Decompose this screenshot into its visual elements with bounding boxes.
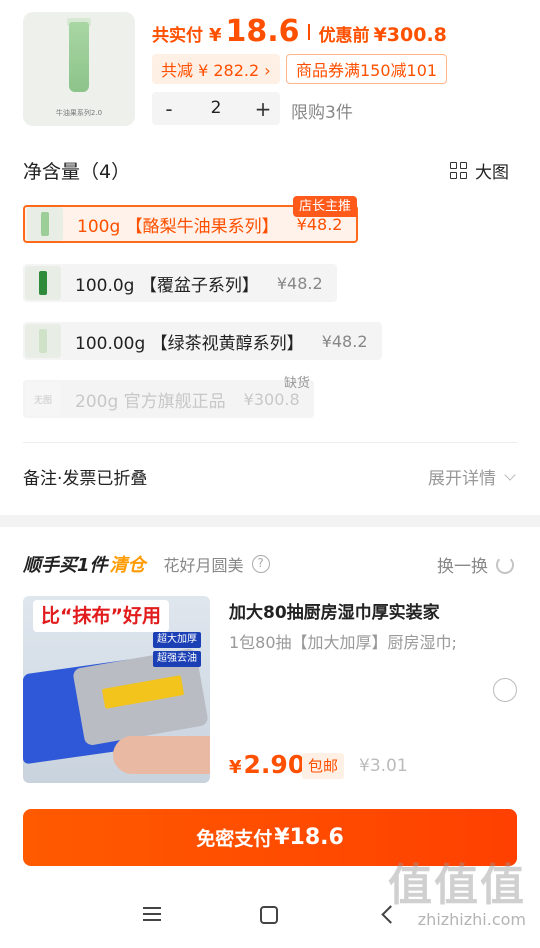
purchase-limit: 限购3件	[291, 103, 353, 123]
pay-button[interactable]: 免密支付 ¥18.6	[23, 809, 517, 866]
option-swatch: 无图	[25, 382, 61, 416]
refresh-icon	[496, 555, 514, 574]
spec-title: 净含量（4）	[23, 161, 131, 183]
out-of-stock-tag: 缺货	[284, 376, 311, 391]
grid-icon	[450, 162, 467, 179]
clearance-tag: 清仓	[109, 555, 146, 576]
expand-label: 展开详情	[428, 469, 496, 489]
expand-details-button[interactable]: 展开详情	[428, 464, 516, 489]
option-name: 100g 【酪梨牛油果系列】	[77, 216, 279, 237]
image-badge-degrease: 超强去油	[153, 651, 201, 667]
owner-recommend-tag: 店长主推	[293, 196, 358, 217]
option-swatch	[27, 207, 63, 241]
option-name: 100.0g 【覆盆子系列】	[75, 275, 259, 296]
option-price: ¥300.8	[243, 389, 300, 409]
spec-option-raspberry[interactable]: 100.0g 【覆盆子系列】 ¥48.2	[23, 264, 337, 302]
quantity-stepper: - 2 +	[152, 92, 280, 125]
chevron-down-icon	[504, 468, 516, 481]
spec-option-official: 无图 200g 官方旗舰正品 ¥300.8	[23, 380, 314, 418]
big-picture-label: 大图	[475, 163, 509, 183]
paid-label: 共实付	[152, 26, 203, 46]
product-tube	[69, 22, 89, 92]
addon-select-radio[interactable]	[493, 678, 517, 702]
hand-image	[113, 736, 210, 774]
quantity-field[interactable]: 2	[186, 92, 246, 125]
paid-value: 18.6	[225, 14, 300, 49]
before-discount-value: ¥300.8	[373, 24, 447, 46]
help-icon[interactable]: ?	[251, 555, 270, 573]
section-gap	[0, 515, 540, 527]
swap-button[interactable]: 换一换	[437, 552, 514, 577]
option-price: ¥48.2	[276, 273, 323, 293]
option-name: 100.00g 【绿茶视黄醇系列】	[75, 333, 304, 354]
swap-label: 换一换	[437, 557, 488, 577]
addon-header: 顺手买1件 清仓 花好月圆美 ?	[23, 551, 270, 577]
spec-option-green-tea[interactable]: 100.00g 【绿茶视黄醇系列】 ¥48.2	[23, 322, 382, 360]
image-badge-thick: 超大加厚	[153, 632, 201, 648]
addon-title: 顺手买1件	[23, 555, 108, 576]
home-icon[interactable]	[260, 906, 278, 924]
total-saved-button[interactable]: 共减 ¥ 282.2 ›	[152, 54, 280, 84]
currency-symbol: ¥	[209, 25, 222, 46]
thumbnail-caption: 牛油果系列2.0	[55, 109, 103, 117]
free-shipping-tag: 包邮	[302, 753, 345, 779]
addon-product-desc: 1包80抽【加大加厚】厨房湿巾;	[229, 633, 457, 652]
watermark: 值值值 zhizhizhi.com	[388, 860, 526, 930]
addon-price-value: 2.90	[243, 750, 306, 779]
addon-price: ¥ 2.90	[229, 750, 305, 779]
addon-product-image[interactable]: 比“抹布”好用 超大加厚 超强去油	[23, 596, 210, 783]
option-name: 200g 官方旗舰正品	[75, 391, 226, 412]
product-thumbnail[interactable]: 牛油果系列2.0	[23, 12, 135, 126]
addon-subtitle: 花好月圆美	[163, 556, 244, 575]
addon-product-name[interactable]: 加大80抽厨房湿巾厚实装家	[229, 598, 440, 623]
no-image-text: 无图	[33, 396, 52, 406]
price-row: 共实付 ¥ 18.6 优惠前 ¥300.8	[152, 14, 447, 49]
before-discount-label: 优惠前	[318, 26, 370, 46]
notes-invoice-label: 备注·发票已折叠	[23, 469, 148, 489]
option-price: ¥48.2	[321, 331, 368, 351]
option-swatch	[25, 324, 61, 358]
option-price: ¥48.2	[296, 214, 343, 234]
pay-label: 免密支付	[196, 828, 273, 850]
watermark-logo: 值值值	[388, 860, 526, 911]
watermark-url: zhizhizhi.com	[417, 910, 526, 929]
pay-amount: ¥18.6	[274, 825, 344, 850]
addon-price-currency: ¥	[229, 757, 242, 778]
price-divider	[307, 23, 310, 40]
coupon-tag: 商品券满150减101	[286, 54, 448, 84]
divider	[23, 442, 517, 443]
image-banner: 比“抹布”好用	[33, 600, 169, 632]
decrease-button[interactable]: -	[152, 97, 186, 121]
addon-original-price: ¥3.01	[359, 756, 408, 776]
increase-button[interactable]: +	[246, 97, 280, 121]
option-swatch	[25, 266, 61, 300]
menu-icon[interactable]	[143, 907, 161, 921]
big-picture-button[interactable]: 大图	[450, 158, 509, 183]
